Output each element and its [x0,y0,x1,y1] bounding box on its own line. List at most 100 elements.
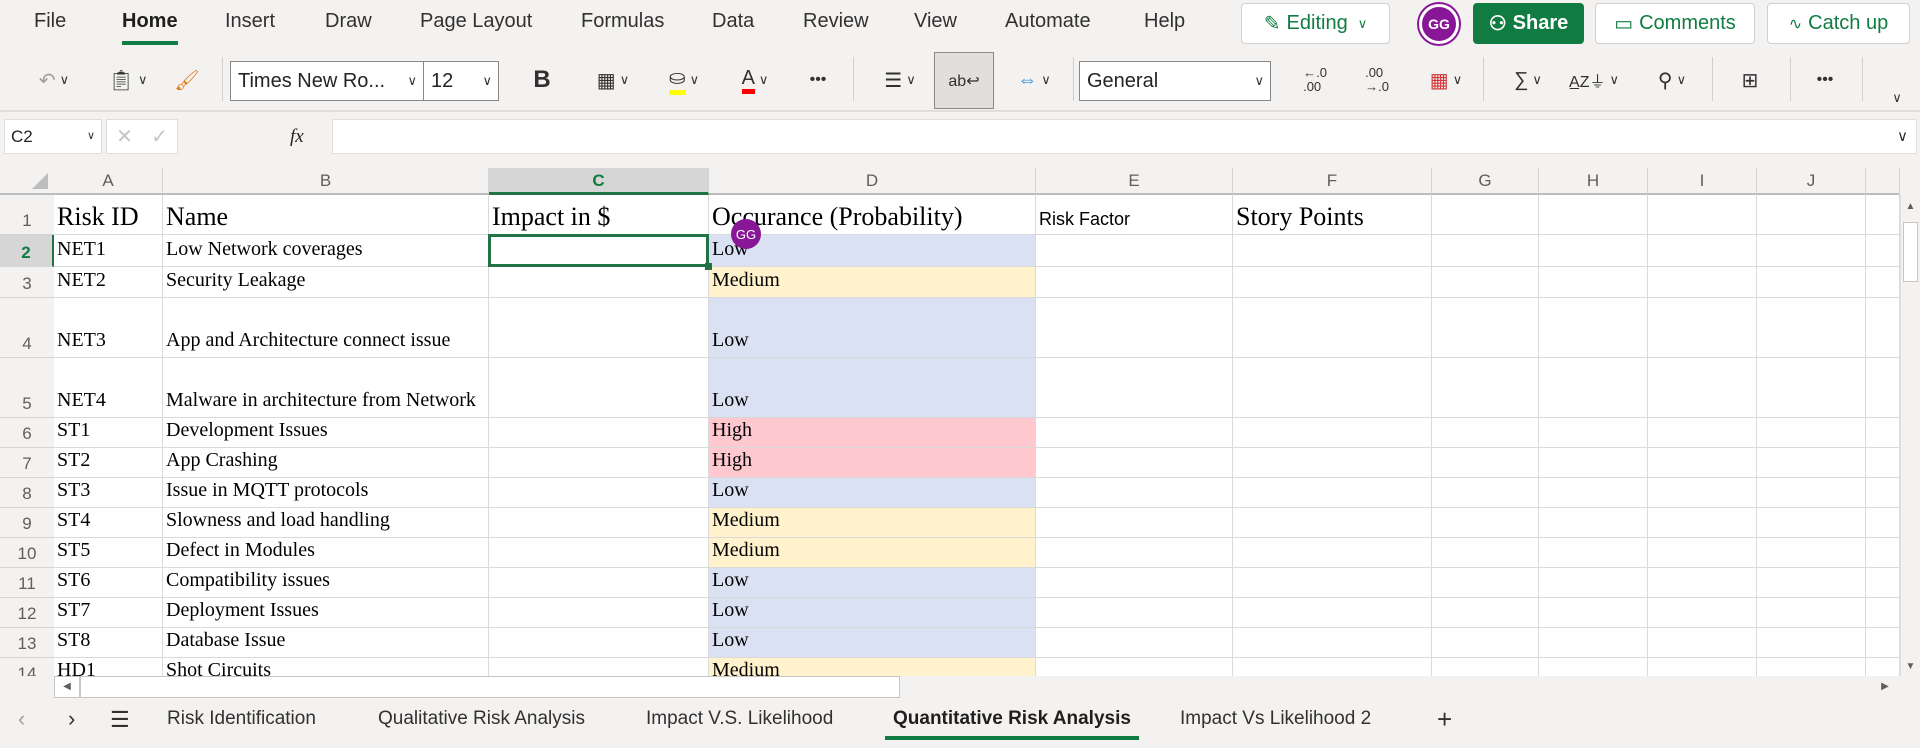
row-header[interactable]: 2 [0,235,54,267]
row-header[interactable]: 7 [0,448,54,478]
cell[interactable] [1539,358,1648,418]
cell[interactable] [1539,195,1648,235]
scroll-down-icon[interactable]: ▼ [1901,661,1920,672]
increase-decimal-button[interactable]: ←.0.00 [1295,62,1335,98]
cell[interactable] [1432,298,1539,358]
cell[interactable] [1233,448,1432,478]
cell[interactable] [1432,418,1539,448]
fill-handle[interactable] [705,263,712,270]
add-sheet-button[interactable]: + [1437,704,1452,735]
cell[interactable] [1757,195,1866,235]
undo-button[interactable]: ↶ ∨ [24,62,84,98]
cell[interactable] [1539,418,1648,448]
occurrence-cell[interactable]: Low [709,628,1036,658]
sheet-tab[interactable]: Risk Identification [167,708,316,730]
cell[interactable]: Risk ID [54,195,163,235]
bold-button[interactable]: B [522,62,562,98]
cell[interactable]: Defect in Modules [163,538,489,568]
cell[interactable] [1648,418,1757,448]
format-painter-button[interactable]: 🖌︎ [170,62,204,98]
insert-function-button[interactable]: fx [290,126,304,148]
cell[interactable] [1233,267,1432,298]
cell[interactable] [1036,508,1233,538]
cell[interactable] [1432,568,1539,598]
ribbon-tab-home[interactable]: Home [122,10,178,45]
cell[interactable] [1648,628,1757,658]
wrap-text-button[interactable]: ab↩ [934,52,994,109]
cell[interactable] [1233,538,1432,568]
vertical-scrollbar[interactable]: ▲ ▼ [1900,195,1920,676]
cell[interactable] [1648,538,1757,568]
cell[interactable]: Deployment Issues [163,598,489,628]
occurrence-cell[interactable]: High [709,418,1036,448]
cell[interactable] [1757,418,1866,448]
cell[interactable] [1233,418,1432,448]
cell[interactable] [1648,448,1757,478]
cell[interactable] [1757,358,1866,418]
cell[interactable] [1757,267,1866,298]
cell[interactable] [489,298,709,358]
font-name-dropdown[interactable]: Times New Ro... ∨ [230,61,424,101]
select-all-button[interactable] [0,168,54,195]
cell[interactable]: Development Issues [163,418,489,448]
row-header[interactable]: 11 [0,568,54,598]
cell[interactable]: ST6 [54,568,163,598]
cell[interactable]: ST3 [54,478,163,508]
cell[interactable] [1233,478,1432,508]
occurrence-cell[interactable]: High [709,448,1036,478]
cell[interactable] [1539,298,1648,358]
cell[interactable] [1648,358,1757,418]
cell[interactable] [1233,358,1432,418]
row-header[interactable]: 9 [0,508,54,538]
prev-sheet-button[interactable]: ‹ [18,706,25,732]
column-header-a[interactable]: A [54,168,163,195]
cell[interactable]: App and Architecture connect issue [163,298,489,358]
cell[interactable] [1233,298,1432,358]
cell[interactable] [1648,568,1757,598]
formula-input[interactable]: ∨ [332,119,1917,154]
row-header[interactable]: 4 [0,298,54,358]
cell[interactable] [1648,235,1757,267]
cell[interactable] [1648,267,1757,298]
ribbon-tab-review[interactable]: Review [803,10,869,33]
scroll-left-icon[interactable]: ◀ [54,676,80,698]
row-header[interactable]: 3 [0,267,54,298]
cell[interactable] [1539,448,1648,478]
cell[interactable]: NET2 [54,267,163,298]
row-header[interactable]: 12 [0,598,54,628]
cell[interactable] [1432,508,1539,538]
cell[interactable] [1539,628,1648,658]
find-button[interactable]: ⚲ ∨ [1644,62,1700,98]
all-sheets-menu-icon[interactable]: ☰ [110,707,130,733]
sheet-tab[interactable]: Impact V.S. Likelihood [646,708,833,730]
cell[interactable] [1757,235,1866,267]
autosum-button[interactable]: ∑ ∨ [1500,62,1556,98]
cell[interactable] [1757,508,1866,538]
cell[interactable]: Name [163,195,489,235]
occurrence-cell[interactable]: Low [709,298,1036,358]
occurrence-cell[interactable]: Medium [709,267,1036,298]
cell[interactable] [1757,658,1866,676]
cell[interactable]: HD1 [54,658,163,676]
more-options-button[interactable]: ••• [1805,62,1845,98]
ribbon-tab-data[interactable]: Data [712,10,754,33]
cell[interactable] [1233,235,1432,267]
analyze-data-button[interactable]: ⊞ [1730,62,1770,98]
ribbon-tab-automate[interactable]: Automate [1005,10,1091,33]
cell[interactable] [1036,358,1233,418]
cell[interactable] [1539,235,1648,267]
cell[interactable] [1432,358,1539,418]
number-format-dropdown[interactable]: General ∨ [1079,61,1271,101]
cell[interactable] [1036,478,1233,508]
cell[interactable] [1432,538,1539,568]
cell[interactable] [1233,628,1432,658]
cell[interactable]: Shot Circuits [163,658,489,676]
vertical-scroll-thumb[interactable] [1903,222,1918,282]
editing-mode-button[interactable]: ✎ Editing ∨ [1241,3,1390,44]
row-header[interactable]: 10 [0,538,54,568]
cell[interactable] [1036,628,1233,658]
cell[interactable] [1432,448,1539,478]
cell[interactable] [1432,628,1539,658]
name-box[interactable]: C2 ∨ [4,119,102,154]
column-header-c[interactable]: C [489,168,709,195]
